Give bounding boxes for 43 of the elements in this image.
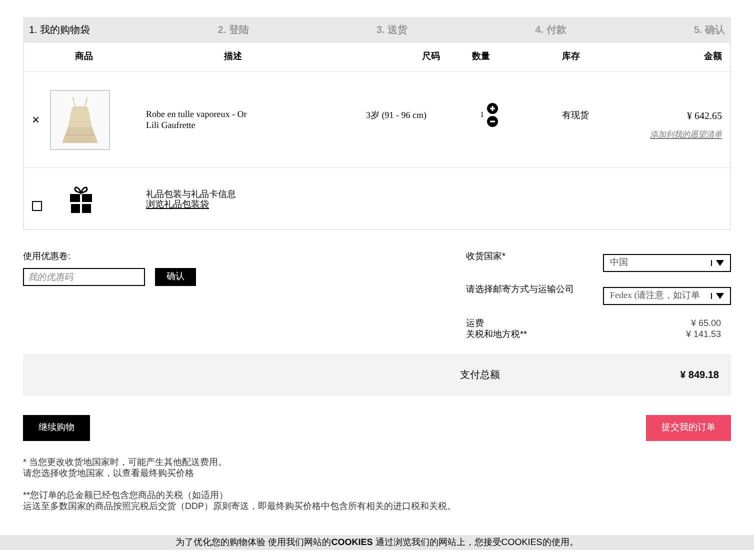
coupon-input-field[interactable]: 我的优惠码 bbox=[23, 268, 145, 286]
note-text: * 当您更改收货地国家时，可能产生其他配送费用。 bbox=[23, 457, 228, 468]
fee-value: ¥ 65.00 bbox=[690, 318, 721, 329]
minus-icon[interactable] bbox=[487, 116, 498, 127]
fee-value: ¥ 141.53 bbox=[686, 329, 721, 340]
gift-title: 礼品包装与礼品卡信息 bbox=[146, 188, 237, 198]
coupon-label: 使用优惠卷: bbox=[23, 250, 72, 263]
note-text: 请您选择收货地国家，以查看最终购买价格 bbox=[23, 468, 195, 479]
quantity-value: 1 bbox=[480, 109, 484, 121]
dropdown-arrow-icon bbox=[711, 293, 724, 299]
gift-icon bbox=[70, 184, 92, 212]
column-header: 商品 bbox=[74, 50, 94, 64]
gift-checkbox[interactable] bbox=[32, 200, 42, 210]
wishlist-link[interactable]: 添加到我的愿望清单 bbox=[650, 129, 722, 141]
product-name: Robe en tulle vaporeux - Or bbox=[146, 109, 248, 120]
remove-button[interactable]: × bbox=[32, 113, 40, 126]
product-size: 3岁 (91 - 96 cm) bbox=[365, 109, 428, 122]
product-price: ¥ 642.65 bbox=[687, 110, 722, 124]
stock-status: 有现货 bbox=[561, 109, 590, 122]
dropdown-arrow-icon bbox=[711, 260, 724, 266]
total-value: ¥ 849.18 bbox=[680, 368, 719, 382]
column-header: 描述 bbox=[223, 50, 243, 64]
product-brand: Lili Gaufrette bbox=[146, 120, 196, 131]
country-label: 收货国家* bbox=[466, 250, 506, 263]
note-text: **您订单的总金额已经包含您商品的关税（如适用） bbox=[23, 490, 230, 501]
checkout-step[interactable]: 1. 我的购物袋 bbox=[29, 22, 90, 38]
carrier-select[interactable]: Fedex (请注意，如订单 bbox=[603, 287, 731, 305]
column-header: 尺码 bbox=[421, 50, 441, 64]
total-label: 支付总额 bbox=[460, 368, 500, 382]
fee-label: 运费 bbox=[466, 318, 484, 329]
plus-icon[interactable] bbox=[487, 103, 498, 114]
carrier-label: 请选择邮寄方式与运输公司 bbox=[466, 283, 574, 296]
confirm-button[interactable]: 确认 bbox=[155, 268, 196, 286]
column-header: 金额 bbox=[703, 50, 722, 64]
note-text: 运送至多数国家的商品按照完税后交货（DDP）原则寄送，即最终购买价格中包含所有相关的进口税和关税。 bbox=[23, 501, 458, 512]
column-header: 数量 bbox=[471, 50, 491, 64]
continue-shopping-button[interactable]: 继续购物 bbox=[23, 415, 90, 441]
submit-order-button[interactable]: 提交我的订单 bbox=[646, 415, 731, 441]
column-header: 库存 bbox=[561, 50, 581, 64]
cookie-text: 为了优化您的购物体验 使用我们网站的COOKIES 通过浏览我们的网站上，您接受COOKIES的使用。 bbox=[176, 536, 578, 549]
gift-link[interactable]: 浏览礼品包装袋 bbox=[146, 198, 209, 208]
country-select[interactable]: 中国 bbox=[603, 254, 731, 272]
fee-label: 关税和地方税** bbox=[466, 329, 528, 340]
